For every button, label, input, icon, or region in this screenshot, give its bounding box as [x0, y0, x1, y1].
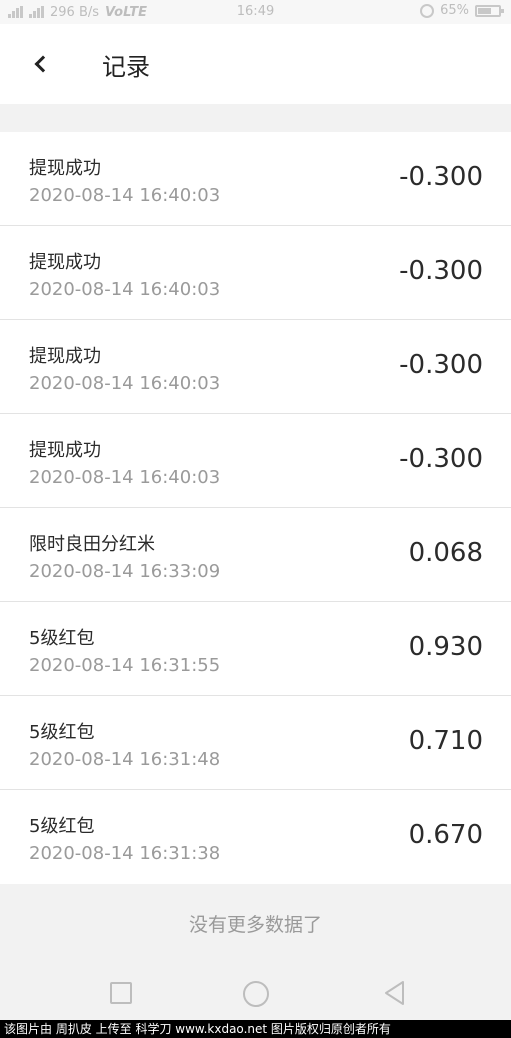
record-amount: -0.300 [399, 256, 483, 286]
home-button[interactable] [243, 981, 269, 1007]
record-amount: 0.670 [408, 820, 483, 850]
record-list: 提现成功 2020-08-14 16:40:03 -0.300 提现成功 2020-08… [0, 132, 511, 884]
record-row[interactable]: 5级红包 2020-08-14 16:31:38 0.670 [0, 790, 511, 884]
status-bar: 296 B/s VoLTE 16:49 65% [0, 0, 511, 24]
record-amount: 0.068 [408, 538, 483, 568]
record-amount: 0.710 [408, 726, 483, 756]
record-title: 5级红包 [29, 628, 95, 649]
record-title: 提现成功 [29, 252, 101, 273]
record-amount: -0.300 [399, 444, 483, 474]
record-title: 提现成功 [29, 158, 101, 179]
record-time: 2020-08-14 16:40:03 [29, 467, 221, 488]
record-row[interactable]: 提现成功 2020-08-14 16:40:03 -0.300 [0, 132, 511, 226]
watermark-banner: 该图片由 周扒皮 上传至 科学刀 www.kxdao.net 图片版权归原创者所… [0, 1020, 511, 1038]
record-row[interactable]: 5级红包 2020-08-14 16:31:48 0.710 [0, 696, 511, 790]
record-row[interactable]: 提现成功 2020-08-14 16:40:03 -0.300 [0, 226, 511, 320]
record-amount: -0.300 [399, 162, 483, 192]
navigation-bar [0, 968, 511, 1020]
record-amount: 0.930 [408, 632, 483, 662]
header: 记录 [0, 24, 511, 104]
record-title: 提现成功 [29, 346, 101, 367]
record-time: 2020-08-14 16:31:38 [29, 843, 221, 864]
record-row[interactable]: 5级红包 2020-08-14 16:31:55 0.930 [0, 602, 511, 696]
record-time: 2020-08-14 16:40:03 [29, 185, 221, 206]
back-button[interactable] [0, 24, 80, 104]
record-time: 2020-08-14 16:40:03 [29, 279, 221, 300]
record-title: 5级红包 [29, 722, 95, 743]
rotation-lock-icon [420, 3, 435, 18]
record-title: 5级红包 [29, 816, 95, 837]
record-time: 2020-08-14 16:31:48 [29, 749, 221, 770]
record-amount: -0.300 [399, 350, 483, 380]
record-row[interactable]: 提现成功 2020-08-14 16:40:03 -0.300 [0, 320, 511, 414]
record-time: 2020-08-14 16:31:55 [29, 655, 221, 676]
recent-apps-button[interactable] [110, 982, 132, 1004]
battery-icon [475, 4, 504, 17]
page-title: 记录 [102, 52, 150, 81]
record-row[interactable]: 限时良田分红米 2020-08-14 16:33:09 0.068 [0, 508, 511, 602]
triangle-back-icon [385, 981, 404, 1005]
status-right: 65% [420, 3, 504, 18]
record-title: 限时良田分红米 [29, 534, 155, 555]
record-row[interactable]: 提现成功 2020-08-14 16:40:03 -0.300 [0, 414, 511, 508]
record-time: 2020-08-14 16:40:03 [29, 373, 221, 394]
battery-fill [478, 7, 491, 14]
chevron-left-icon [34, 55, 52, 73]
no-more-text: 没有更多数据了 [188, 914, 322, 936]
record-title: 提现成功 [29, 440, 101, 461]
record-time: 2020-08-14 16:33:09 [29, 561, 221, 582]
battery-percent: 65% [440, 3, 469, 18]
